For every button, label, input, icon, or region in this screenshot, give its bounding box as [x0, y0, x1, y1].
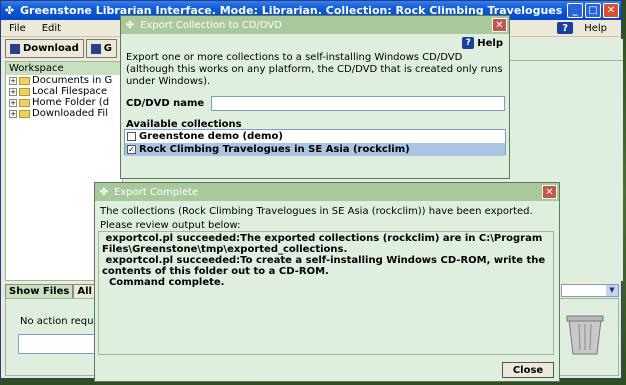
greenstone-app-icon: ✤ [4, 4, 15, 17]
export-complete-dialog: ✤ Export Complete ✕ The collections (Roc… [94, 182, 560, 382]
tree-item-local-filespace[interactable]: + Local Filespace [6, 86, 122, 97]
export-dialog-title-bar[interactable]: ✤ Export Collection to CD/DVD ✕ [121, 16, 509, 34]
chevron-down-icon[interactable]: ▼ [606, 285, 618, 296]
tree-item-downloaded[interactable]: + Downloaded Fil [6, 108, 122, 119]
gather-label: G [103, 43, 112, 54]
export-complete-message: The collections (Rock Climbing Travelogu… [100, 206, 533, 217]
folder-icon [19, 109, 30, 118]
gather-button[interactable]: G [85, 39, 117, 58]
folder-icon [19, 87, 30, 96]
expand-icon[interactable]: + [9, 76, 17, 85]
checkbox-checked[interactable]: ✓ [127, 145, 136, 154]
toolbar: Download G [5, 39, 117, 58]
review-output-label: Please review output below: [100, 220, 241, 231]
download-label: Download [23, 43, 79, 54]
cd-name-input[interactable] [211, 96, 505, 111]
workspace-header: Workspace [6, 62, 122, 75]
menu-help[interactable]: ? Help [557, 22, 615, 34]
collection-label: Greenstone demo (demo) [139, 131, 283, 142]
menu-help-label: Help [584, 22, 607, 34]
download-button[interactable]: Download [5, 39, 84, 58]
maximize-button[interactable]: □ [585, 3, 601, 18]
minimize-button[interactable]: _ [567, 3, 583, 18]
filter-combo[interactable]: ▼ [561, 284, 619, 297]
collection-item-rockclim[interactable]: ✓ Rock Climbing Travelogues in SE Asia (… [125, 143, 505, 156]
collections-list[interactable]: Greenstone demo (demo) ✓ Rock Climbing T… [124, 129, 506, 156]
export-help-label: Help [477, 37, 503, 49]
tree-item-documents[interactable]: + Documents in G [6, 75, 122, 86]
help-icon: ? [557, 22, 574, 34]
export-help-button[interactable]: ? Help [462, 37, 503, 49]
download-icon [10, 43, 20, 54]
output-text-area[interactable]: exportcol.pl succeeded:The exported coll… [98, 231, 554, 355]
gather-icon [90, 43, 101, 54]
greenstone-app-icon: ✤ [99, 186, 109, 198]
export-cd-dialog: ✤ Export Collection to CD/DVD ✕ ? Help E… [120, 15, 510, 179]
folder-icon [19, 98, 30, 107]
export-description: Export one or more collections to a self… [126, 52, 503, 87]
tree-item-label: Downloaded Fil [32, 108, 108, 119]
checkbox[interactable] [127, 132, 136, 141]
greenstone-app-icon: ✤ [125, 19, 135, 31]
collection-label: Rock Climbing Travelogues in SE Asia (ro… [139, 144, 410, 155]
help-icon: ? [462, 37, 475, 49]
expand-icon[interactable]: + [9, 98, 17, 107]
tree-item-label: Home Folder (d [32, 97, 110, 108]
complete-dialog-title: Export Complete [114, 186, 199, 198]
complete-dialog-title-bar[interactable]: ✤ Export Complete ✕ [95, 183, 559, 201]
tree-item-label: Local Filespace [32, 86, 108, 97]
status-text: No action requ [20, 316, 94, 327]
collection-item-demo[interactable]: Greenstone demo (demo) [125, 130, 505, 143]
expand-icon[interactable]: + [9, 87, 17, 96]
close-window-button[interactable]: ✕ [603, 3, 619, 18]
tree-item-home-folder[interactable]: + Home Folder (d [6, 97, 122, 108]
expand-icon[interactable]: + [9, 109, 17, 118]
tab-show-files[interactable]: Show Files [5, 284, 74, 299]
close-icon[interactable]: ✕ [492, 18, 507, 32]
cd-name-label: CD/DVD name [126, 98, 205, 109]
file-tabs: Show Files All F [5, 284, 107, 299]
export-dialog-title: Export Collection to CD/DVD [140, 19, 282, 31]
close-icon[interactable]: ✕ [542, 185, 557, 199]
tree-item-label: Documents in G [32, 75, 113, 86]
menu-edit[interactable]: Edit [34, 23, 69, 34]
trash-icon[interactable] [563, 308, 607, 358]
folder-icon [19, 76, 30, 85]
close-button[interactable]: Close [502, 362, 554, 378]
menu-file[interactable]: File [1, 23, 34, 34]
